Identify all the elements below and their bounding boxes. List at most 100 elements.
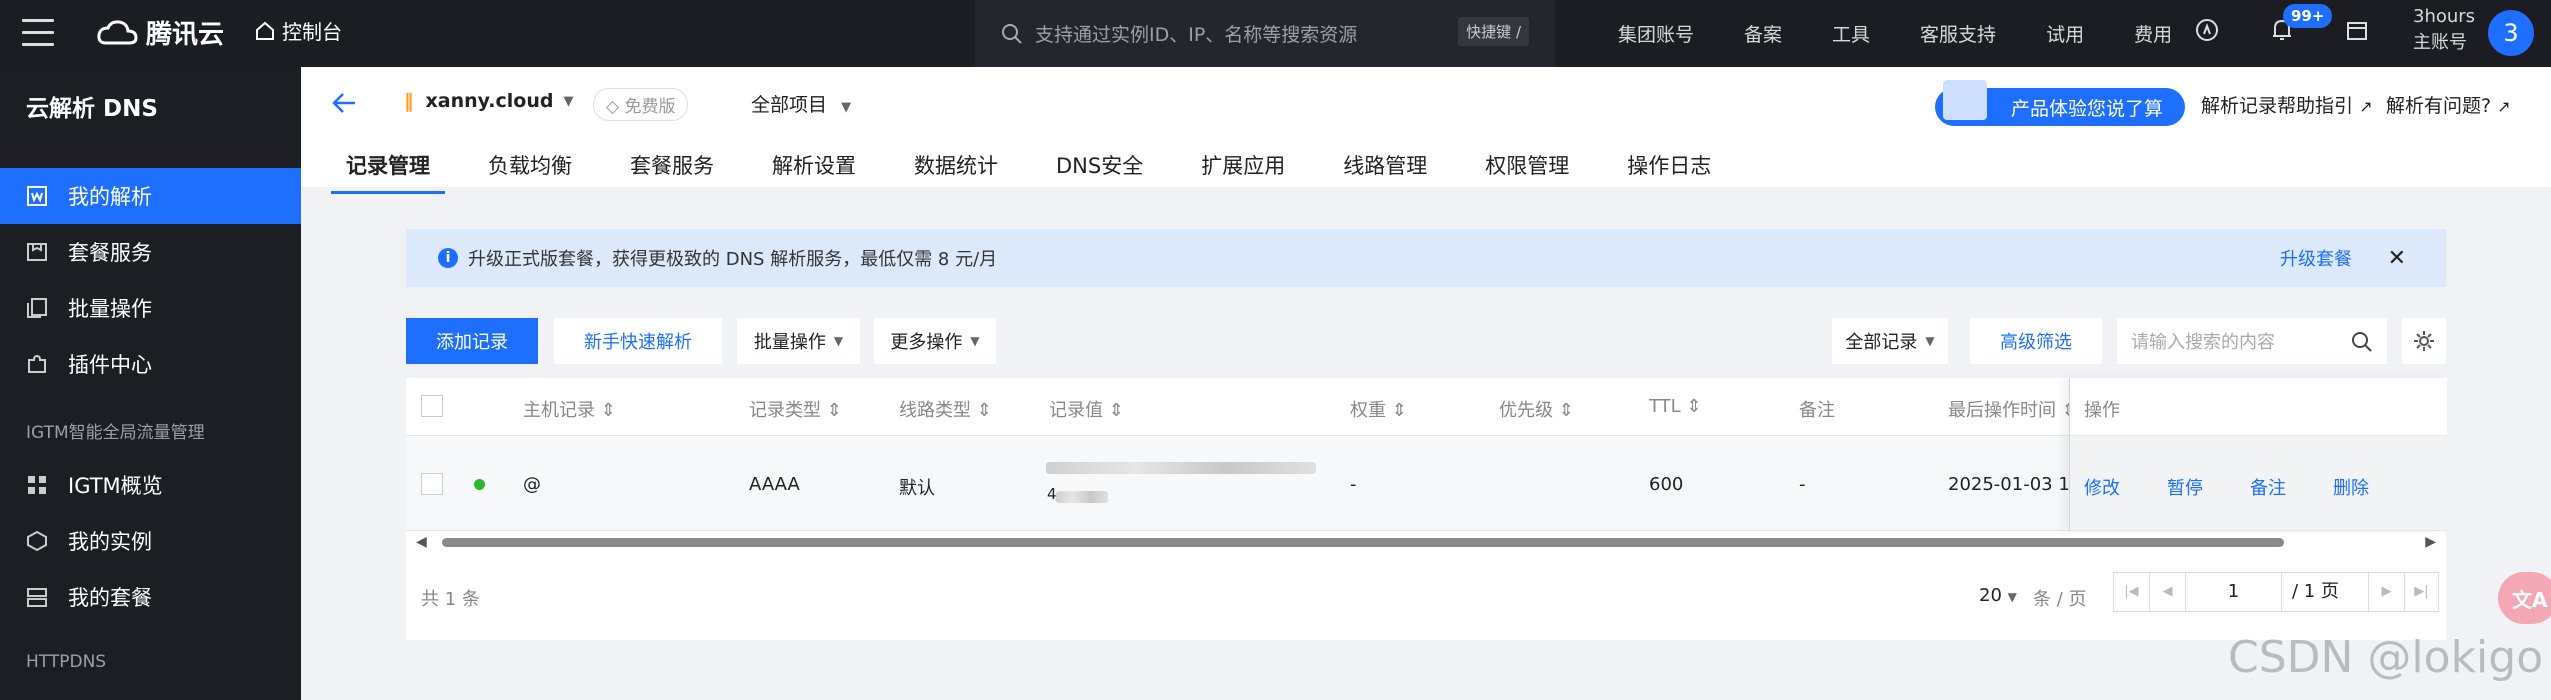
col-host-label: 主机记录 <box>523 400 595 421</box>
sidebar-item-package[interactable]: 套餐服务 <box>0 224 301 280</box>
sidebar-item-my-dns[interactable]: 我的解析 <box>0 168 301 224</box>
col-last-modified[interactable]: 最后操作时间 ⇕ <box>1948 396 2077 422</box>
nav-icp[interactable]: 备案 <box>1744 20 1782 47</box>
feedback-banner-button[interactable]: 产品体验您说了算 <box>1935 80 2185 126</box>
avatar[interactable]: 3 <box>2488 10 2534 56</box>
sidebar-item-label: IGTM概览 <box>68 474 163 498</box>
tab-package[interactable]: 套餐服务 <box>615 150 729 190</box>
scroll-left-icon[interactable]: ◀ <box>416 534 427 550</box>
sidebar-item-plugin[interactable]: 插件中心 <box>0 336 301 392</box>
global-search-placeholder: 支持通过实例ID、IP、名称等搜索资源 <box>1035 24 1358 46</box>
nav-support[interactable]: 客服支持 <box>1920 20 1996 47</box>
diamond-icon: ◇ <box>606 97 620 117</box>
tab-settings[interactable]: 解析设置 <box>757 150 871 190</box>
column-settings-button[interactable] <box>2402 318 2446 364</box>
cell-value-suffix: 4 <box>1047 485 1057 503</box>
help-guide-label: 解析记录帮助指引 <box>2201 95 2354 117</box>
record-filter-dropdown[interactable]: 全部记录 ▼ <box>1832 318 1948 364</box>
console-link[interactable]: 控制台 <box>254 16 342 45</box>
pause-status-icon: ‖ <box>404 90 414 112</box>
page-total: / 1 页 <box>2292 581 2339 602</box>
add-record-button[interactable]: 添加记录 <box>406 318 538 364</box>
page-size-value: 20 <box>1979 585 2002 606</box>
prev-page-icon[interactable]: ◀ <box>2150 573 2186 611</box>
last-page-icon[interactable]: ▶| <box>2404 573 2438 611</box>
sort-icon: ⇕ <box>1108 400 1124 421</box>
select-all-checkbox[interactable] <box>421 395 443 417</box>
record-search-input[interactable]: 请输入搜索的内容 <box>2117 318 2387 364</box>
more-operations-dropdown[interactable]: 更多操作 ▼ <box>874 318 996 364</box>
domain-name: xanny.cloud <box>425 90 554 112</box>
next-page-icon[interactable]: ▶ <box>2368 573 2404 611</box>
advanced-filter-button[interactable]: 高级筛选 <box>1970 318 2102 364</box>
operations-header-cell: 操作 <box>2070 378 2447 436</box>
sidebar-item-label: 我的实例 <box>68 530 152 554</box>
col-weight[interactable]: 权重 ⇕ <box>1350 396 1407 422</box>
tab-operation-log[interactable]: 操作日志 <box>1612 150 1726 190</box>
coin-icon[interactable] <box>2195 18 2219 42</box>
menu-icon[interactable] <box>22 19 54 47</box>
operations-column: 操作 修改 暂停 备注 删除 <box>2069 378 2447 531</box>
row-checkbox[interactable] <box>421 473 443 495</box>
tab-extensions[interactable]: 扩展应用 <box>1186 150 1300 190</box>
tab-permissions[interactable]: 权限管理 <box>1470 150 1584 190</box>
upgrade-link[interactable]: 升级套餐 <box>2280 245 2352 271</box>
sidebar-item-my-package[interactable]: 我的套餐 <box>0 569 301 625</box>
page-size-select[interactable]: 20 ▼ <box>1979 585 2017 606</box>
scroll-right-icon[interactable]: ▶ <box>2425 534 2436 550</box>
col-ttl[interactable]: TTL ⇕ <box>1649 396 1702 417</box>
plan-badge: ◇ 免费版 <box>593 88 689 121</box>
tab-line-management[interactable]: 线路管理 <box>1328 150 1442 190</box>
search-icon[interactable] <box>2351 331 2373 353</box>
sort-icon: ⇕ <box>600 400 616 421</box>
nav-billing[interactable]: 费用 <box>2134 20 2172 47</box>
sidebar-item-batch[interactable]: 批量操作 <box>0 280 301 336</box>
page-number-input[interactable]: 1 <box>2186 573 2282 611</box>
col-priority[interactable]: 优先级 ⇕ <box>1499 396 1574 422</box>
cell-host: @ <box>523 474 541 495</box>
col-line[interactable]: 线路类型 ⇕ <box>899 396 992 422</box>
pause-record-link[interactable]: 暂停 <box>2167 474 2203 500</box>
col-value[interactable]: 记录值 ⇕ <box>1049 396 1124 422</box>
billing-icon[interactable] <box>2345 19 2369 43</box>
global-search[interactable]: 支持通过实例ID、IP、名称等搜索资源 快捷键 / <box>975 0 1555 67</box>
dns-issue-link[interactable]: 解析有问题? ↗ <box>2386 91 2511 118</box>
tab-statistics[interactable]: 数据统计 <box>899 150 1013 190</box>
sidebar-item-instances[interactable]: 我的实例 <box>0 513 301 569</box>
chevron-down-icon: ▼ <box>970 334 980 348</box>
first-page-icon[interactable]: |◀ <box>2114 573 2150 611</box>
cell-weight: - <box>1350 474 1357 495</box>
brand-name: 腾讯云 <box>146 20 225 50</box>
col-host[interactable]: 主机记录 ⇕ <box>523 396 616 422</box>
blurred-record-value <box>1056 491 1108 503</box>
nav-trial[interactable]: 试用 <box>2046 20 2084 47</box>
remark-record-link[interactable]: 备注 <box>2250 474 2286 500</box>
tab-load-balance[interactable]: 负载均衡 <box>473 150 587 190</box>
back-arrow-icon[interactable] <box>331 91 357 115</box>
edit-record-link[interactable]: 修改 <box>2084 474 2120 500</box>
sidebar-item-igtm-overview[interactable]: IGTM概览 <box>0 457 301 513</box>
domain-selector[interactable]: ‖ xanny.cloud ▼ <box>404 90 573 112</box>
tab-dns-security[interactable]: DNS安全 <box>1041 150 1158 190</box>
console-label: 控制台 <box>282 20 342 44</box>
project-selector[interactable]: 全部项目 ▼ <box>751 90 851 117</box>
sidebar-group-httpdns: HTTPDNS <box>26 652 107 672</box>
close-icon[interactable]: ✕ <box>2388 246 2406 271</box>
nav-group-account[interactable]: 集团账号 <box>1618 20 1694 47</box>
cell-ttl: 600 <box>1649 474 1684 495</box>
brand-logo[interactable]: 腾讯云 <box>96 14 224 51</box>
cell-type: AAAA <box>749 474 800 495</box>
delete-record-link[interactable]: 删除 <box>2333 474 2369 500</box>
quick-resolve-button[interactable]: 新手快速解析 <box>554 318 722 364</box>
sidebar-group-igtm: IGTM智能全局流量管理 <box>26 423 205 443</box>
cell-last-modified: 2025-01-03 15: <box>1948 474 2088 495</box>
scrollbar-thumb[interactable] <box>442 538 2284 547</box>
help-guide-link[interactable]: 解析记录帮助指引 ↗ <box>2201 91 2372 118</box>
nav-tools[interactable]: 工具 <box>1832 20 1870 47</box>
translate-float-button[interactable]: 文A <box>2498 572 2551 624</box>
account-info[interactable]: 3hours 主账号 <box>2413 4 2475 56</box>
col-type[interactable]: 记录类型 ⇕ <box>749 396 842 422</box>
tab-records[interactable]: 记录管理 <box>331 150 445 194</box>
horizontal-scrollbar[interactable]: ◀ ▶ <box>406 531 2446 553</box>
batch-operation-dropdown[interactable]: 批量操作 ▼ <box>737 318 860 364</box>
